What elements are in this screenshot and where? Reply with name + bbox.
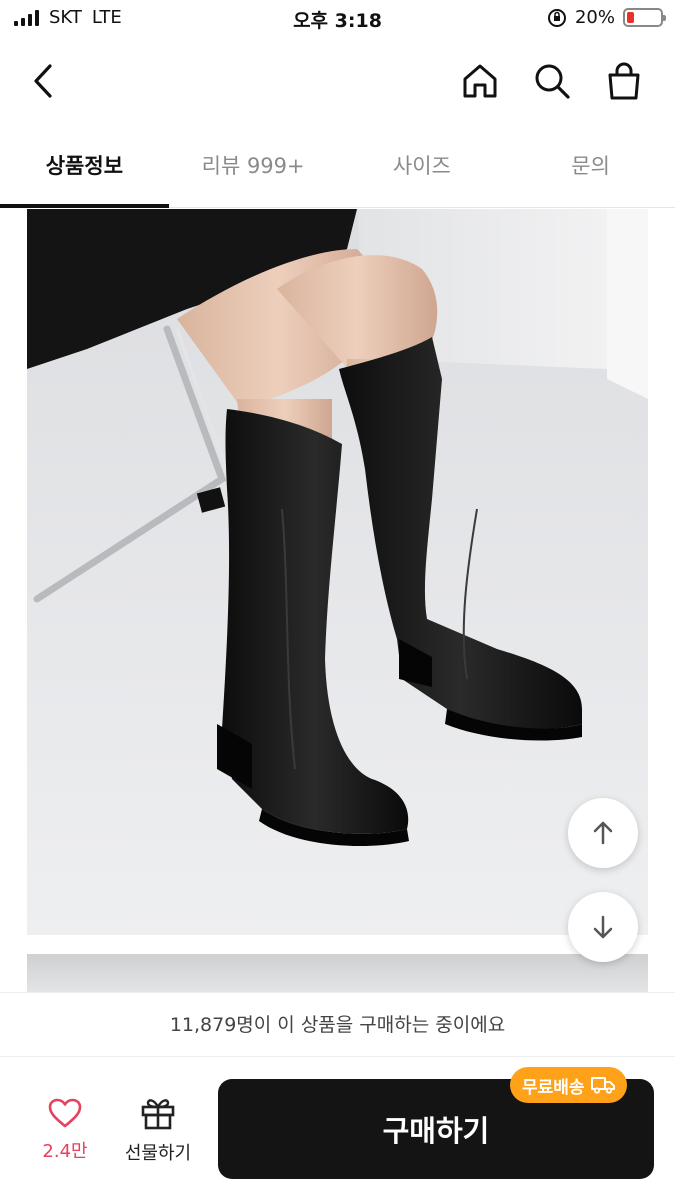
- status-bar: SKT LTE 오후 3:18 20%: [0, 0, 675, 38]
- free-shipping-badge: 무료배송: [510, 1067, 627, 1103]
- next-product-image: [27, 954, 648, 994]
- like-button[interactable]: 2.4만: [28, 1097, 102, 1163]
- tab-product-info[interactable]: 상품정보: [0, 126, 169, 208]
- truck-icon: [590, 1077, 615, 1094]
- search-icon: [535, 64, 570, 99]
- top-nav: [0, 38, 675, 124]
- home-button[interactable]: [457, 58, 503, 104]
- cart-button[interactable]: [601, 58, 647, 104]
- heart-icon: [48, 1098, 82, 1128]
- home-icon: [463, 64, 497, 98]
- battery-level: [627, 12, 635, 23]
- gift-label: 선물하기: [124, 1143, 192, 1164]
- purchase-notice: 11,879명이 이 상품을 구매하는 중이에요: [0, 992, 675, 1056]
- arrow-up-icon: [593, 821, 613, 845]
- tab-inquiry[interactable]: 문의: [506, 126, 675, 207]
- shopping-bag-icon: [608, 62, 640, 100]
- bottom-action-bar: 2.4만 선물하기 구매하기 무료배송: [0, 1056, 675, 1200]
- orientation-lock-icon: [547, 8, 566, 27]
- free-shipping-label: 무료배송: [522, 1077, 585, 1098]
- buy-button-label: 구매하기: [382, 1114, 490, 1148]
- gift-icon: [141, 1099, 175, 1130]
- back-icon: [34, 64, 52, 98]
- gift-button[interactable]: 선물하기: [116, 1095, 200, 1165]
- product-image: [27, 209, 648, 935]
- back-button[interactable]: [20, 58, 66, 104]
- scroll-down-button[interactable]: [568, 892, 638, 962]
- product-tabs: 상품정보 리뷰 999+ 사이즈 문의: [0, 126, 675, 208]
- battery-icon: [623, 8, 666, 27]
- arrow-down-icon: [593, 915, 613, 939]
- like-count: 2.4만: [42, 1141, 88, 1162]
- search-button[interactable]: [529, 58, 575, 104]
- tab-size[interactable]: 사이즈: [338, 126, 507, 207]
- boots-photo: [27, 209, 648, 935]
- scroll-up-button[interactable]: [568, 798, 638, 868]
- battery-percent: 20%: [574, 7, 615, 28]
- tab-reviews[interactable]: 리뷰 999+: [169, 126, 338, 207]
